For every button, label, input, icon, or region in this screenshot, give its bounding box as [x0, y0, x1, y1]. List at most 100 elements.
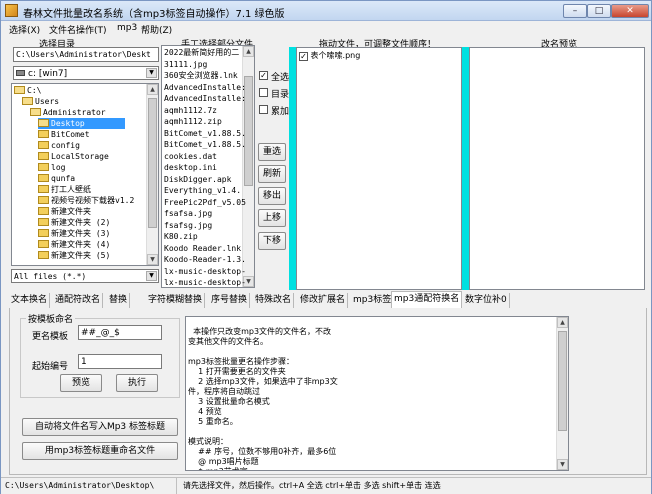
- tab-panel: 按模板命名 更名模板 ##_@_$ 起始编号 1 预览 执行 自动将文件名写入M…: [9, 308, 647, 475]
- file-list-item[interactable]: FreePic2Pdf_v5.05: [164, 197, 246, 208]
- file-list-item[interactable]: 31111.jpg: [164, 59, 207, 70]
- tab-special-rename[interactable]: 特殊改名: [253, 293, 295, 308]
- tree-item[interactable]: 新建文件夹 (4): [38, 239, 110, 250]
- file-list-item[interactable]: AdvancedInstalle:: [164, 93, 246, 104]
- folder-tree[interactable]: ▲ ▼ C:\ Users Administrator Desktop BitComet…: [11, 83, 159, 266]
- tree-item[interactable]: C:\: [14, 85, 41, 96]
- tree-item[interactable]: config: [38, 140, 80, 151]
- drive-select[interactable]: c: [win7] ▼: [13, 66, 159, 80]
- file-list-item[interactable]: Everything_v1.4.: [164, 185, 241, 196]
- tree-item[interactable]: Desktop: [38, 118, 125, 129]
- tree-scrollbar[interactable]: ▲ ▼: [146, 84, 158, 265]
- tree-item[interactable]: 打工人壁纸: [38, 184, 91, 195]
- drag-list[interactable]: ✓ 表个嗦嗦.png: [296, 47, 462, 290]
- rename-by-mp3-title-button[interactable]: 用mp3标签标题重命名文件: [22, 442, 178, 460]
- tree-item[interactable]: Users: [22, 96, 59, 107]
- close-button[interactable]: ✕: [611, 4, 649, 18]
- file-list-item[interactable]: Koodo Reader.lnk: [164, 243, 241, 254]
- file-list-item[interactable]: aqmh1112.7z: [164, 105, 217, 116]
- start-number-input[interactable]: 1: [78, 354, 162, 369]
- dropdown-arrow-icon[interactable]: ▼: [146, 68, 157, 78]
- tree-item[interactable]: 新建文件夹 (3): [38, 228, 110, 239]
- start-number-label: 起始编号: [32, 362, 69, 372]
- move-out-button[interactable]: 移出: [258, 187, 286, 205]
- menu-select[interactable]: 选择(X): [9, 23, 40, 36]
- file-list-item[interactable]: aqmh1112.zip: [164, 116, 222, 127]
- tree-item[interactable]: BitComet: [38, 129, 90, 140]
- tab-mp3-wildcard[interactable]: mp3通配符换名: [391, 291, 463, 309]
- file-list-item[interactable]: cookies.dat: [164, 151, 217, 162]
- tab-fuzzy-replace[interactable]: 字符模糊替换: [146, 293, 206, 308]
- status-bar: C:\Users\Administrator\Desktop\ 请先选择文件，然…: [1, 477, 651, 494]
- scroll-down-icon[interactable]: ▼: [147, 254, 158, 265]
- tree-item[interactable]: LocalStorage: [38, 151, 109, 162]
- file-list-item[interactable]: BitComet_v1.88.5.: [164, 139, 246, 150]
- check-accum-checkbox[interactable]: [259, 105, 268, 114]
- refresh-button[interactable]: 刷新: [258, 165, 286, 183]
- file-list-item[interactable]: K80.zip: [164, 231, 198, 242]
- help-textbox[interactable]: 本操作只改变mp3文件的文件名，不改 变其他文件的文件名。 mp3标签批量更名操…: [185, 316, 569, 471]
- file-list-item[interactable]: 360安全浏览器.lnk: [164, 70, 238, 81]
- file-list-item[interactable]: BitComet_v1.88.5.: [164, 128, 246, 139]
- preview-list[interactable]: [469, 47, 645, 290]
- file-list-item[interactable]: fsafsa.jpg: [164, 208, 212, 219]
- tab-mp3-tags[interactable]: mp3标签: [351, 293, 395, 308]
- tab-pad-zero[interactable]: 数字位补0: [463, 293, 510, 308]
- file-list-item[interactable]: fsafsg.jpg: [164, 220, 212, 231]
- tab-change-extension[interactable]: 修改扩展名: [298, 293, 349, 308]
- scroll-up-icon[interactable]: ▲: [243, 46, 254, 57]
- help-scrollbar[interactable]: ▲ ▼: [556, 317, 568, 470]
- tree-item[interactable]: Administrator: [30, 107, 106, 118]
- file-list-item[interactable]: AdvancedInstalle:: [164, 82, 246, 93]
- scroll-up-icon[interactable]: ▲: [557, 317, 568, 328]
- check-all-label: 全选: [271, 73, 290, 83]
- move-up-button[interactable]: 上移: [258, 209, 286, 227]
- tab-number-replace[interactable]: 序号替换: [209, 293, 251, 308]
- tree-item[interactable]: 新建文件夹: [38, 206, 91, 217]
- scroll-down-icon[interactable]: ▼: [557, 459, 568, 470]
- dropdown-arrow-icon[interactable]: ▼: [146, 271, 157, 281]
- write-mp3-title-button[interactable]: 自动将文件名写入Mp3 标签标题: [22, 418, 178, 436]
- file-filter-select[interactable]: All files (*.*) ▼: [11, 269, 159, 283]
- file-list-item[interactable]: lx-music-desktop-: [164, 266, 246, 277]
- menu-help[interactable]: 帮助(Z): [141, 23, 172, 36]
- file-list[interactable]: ▲ ▼ 2022最新简好用的二 31111.jpg 360安全浏览器.lnk Adva…: [161, 45, 255, 288]
- scroll-thumb[interactable]: [148, 98, 157, 228]
- menu-filename-ops[interactable]: 文件名操作(T): [49, 23, 107, 36]
- file-list-item[interactable]: 2022最新简好用的二: [164, 47, 239, 58]
- move-down-button[interactable]: 下移: [258, 232, 286, 250]
- menu-mp3[interactable]: mp3: [117, 23, 137, 33]
- drag-list-item[interactable]: ✓ 表个嗦嗦.png: [299, 50, 360, 61]
- title-bar[interactable]: 春林文件批量改名系统（含mp3标签自动操作）7.1 绿色版 – □ ✕: [1, 1, 651, 21]
- tab-text-rename[interactable]: 文本换名: [9, 293, 51, 308]
- tree-item[interactable]: log: [38, 162, 65, 173]
- check-dir-checkbox[interactable]: [259, 88, 268, 97]
- file-list-item[interactable]: desktop.ini: [164, 162, 217, 173]
- tree-item[interactable]: 视频号视频下载器v1.2: [38, 195, 134, 206]
- tree-item[interactable]: qunfa: [38, 173, 75, 184]
- window-title: 春林文件批量改名系统（含mp3标签自动操作）7.1 绿色版: [23, 9, 285, 20]
- file-list-item[interactable]: DiskDigger.apk: [164, 174, 231, 185]
- file-list-item[interactable]: lx-music-desktop-: [164, 277, 246, 287]
- path-field[interactable]: C:\Users\Administrator\Deskt: [13, 47, 159, 62]
- minimize-button[interactable]: –: [563, 4, 587, 18]
- reselect-button[interactable]: 重选: [258, 143, 286, 161]
- template-input[interactable]: ##_@_$: [78, 325, 162, 340]
- tree-item-label: log: [51, 163, 66, 172]
- check-all-checkbox[interactable]: ✓: [259, 71, 268, 80]
- tree-item-label: C:\: [27, 86, 42, 95]
- maximize-button[interactable]: □: [587, 4, 611, 18]
- tree-item[interactable]: 新建文件夹 (2): [38, 217, 110, 228]
- scroll-thumb[interactable]: [558, 331, 567, 431]
- tab-replace[interactable]: 替换: [107, 293, 131, 308]
- preview-button[interactable]: 预览: [60, 374, 102, 392]
- item-checkbox[interactable]: ✓: [299, 52, 308, 61]
- file-list-item[interactable]: Koodo-Reader-1.3.: [164, 254, 246, 265]
- execute-button[interactable]: 执行: [116, 374, 158, 392]
- tree-item[interactable]: 新建文件夹 (5): [38, 250, 110, 261]
- filter-value: All files (*.*): [14, 272, 87, 281]
- scroll-up-icon[interactable]: ▲: [147, 84, 158, 95]
- tree-item-label: 新建文件夹 (4): [51, 240, 111, 249]
- folder-open-icon: [30, 108, 41, 116]
- tab-wildcard-rename[interactable]: 通配符改名: [53, 293, 104, 308]
